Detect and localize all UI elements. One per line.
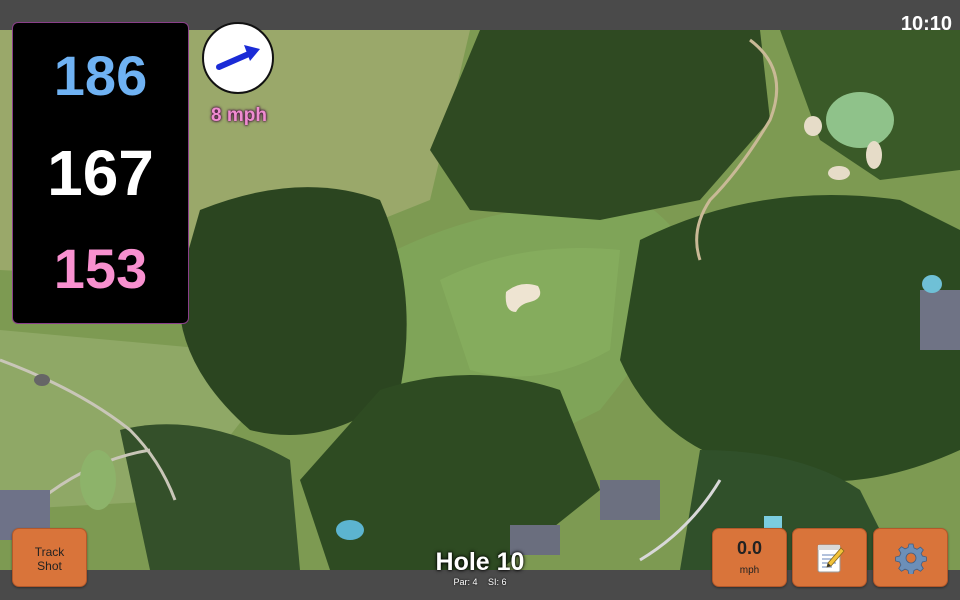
wind-direction-dial: [202, 22, 274, 94]
clock-time: 10:10: [900, 13, 952, 35]
distance-middle: 167: [47, 137, 154, 209]
notepad-icon: [817, 544, 845, 572]
hole-meta: Par: 4 SI: 6: [380, 577, 580, 587]
track-shot-label-line1: Track: [34, 545, 65, 559]
settings-button[interactable]: [873, 528, 948, 587]
speed-value: 0.0: [736, 538, 763, 558]
distance-panel: 186 167 153: [12, 22, 189, 324]
speed-button[interactable]: 0.0 mph: [712, 528, 787, 587]
distance-front: 153: [53, 237, 148, 300]
hole-par: Par: 4: [453, 577, 478, 587]
track-shot-button[interactable]: Track Shot: [12, 528, 87, 587]
wind-speed-label: 8 mph: [211, 105, 267, 126]
gear-icon: [894, 543, 927, 574]
distance-back: 186: [53, 44, 148, 107]
speed-unit: mph: [739, 565, 760, 576]
hole-stroke-index: SI: 6: [488, 577, 507, 587]
wind-arrow-icon: [216, 45, 260, 70]
notes-button[interactable]: [792, 528, 867, 587]
hole-title: Hole 10: [435, 548, 525, 576]
track-shot-label-line2: Shot: [37, 559, 62, 573]
